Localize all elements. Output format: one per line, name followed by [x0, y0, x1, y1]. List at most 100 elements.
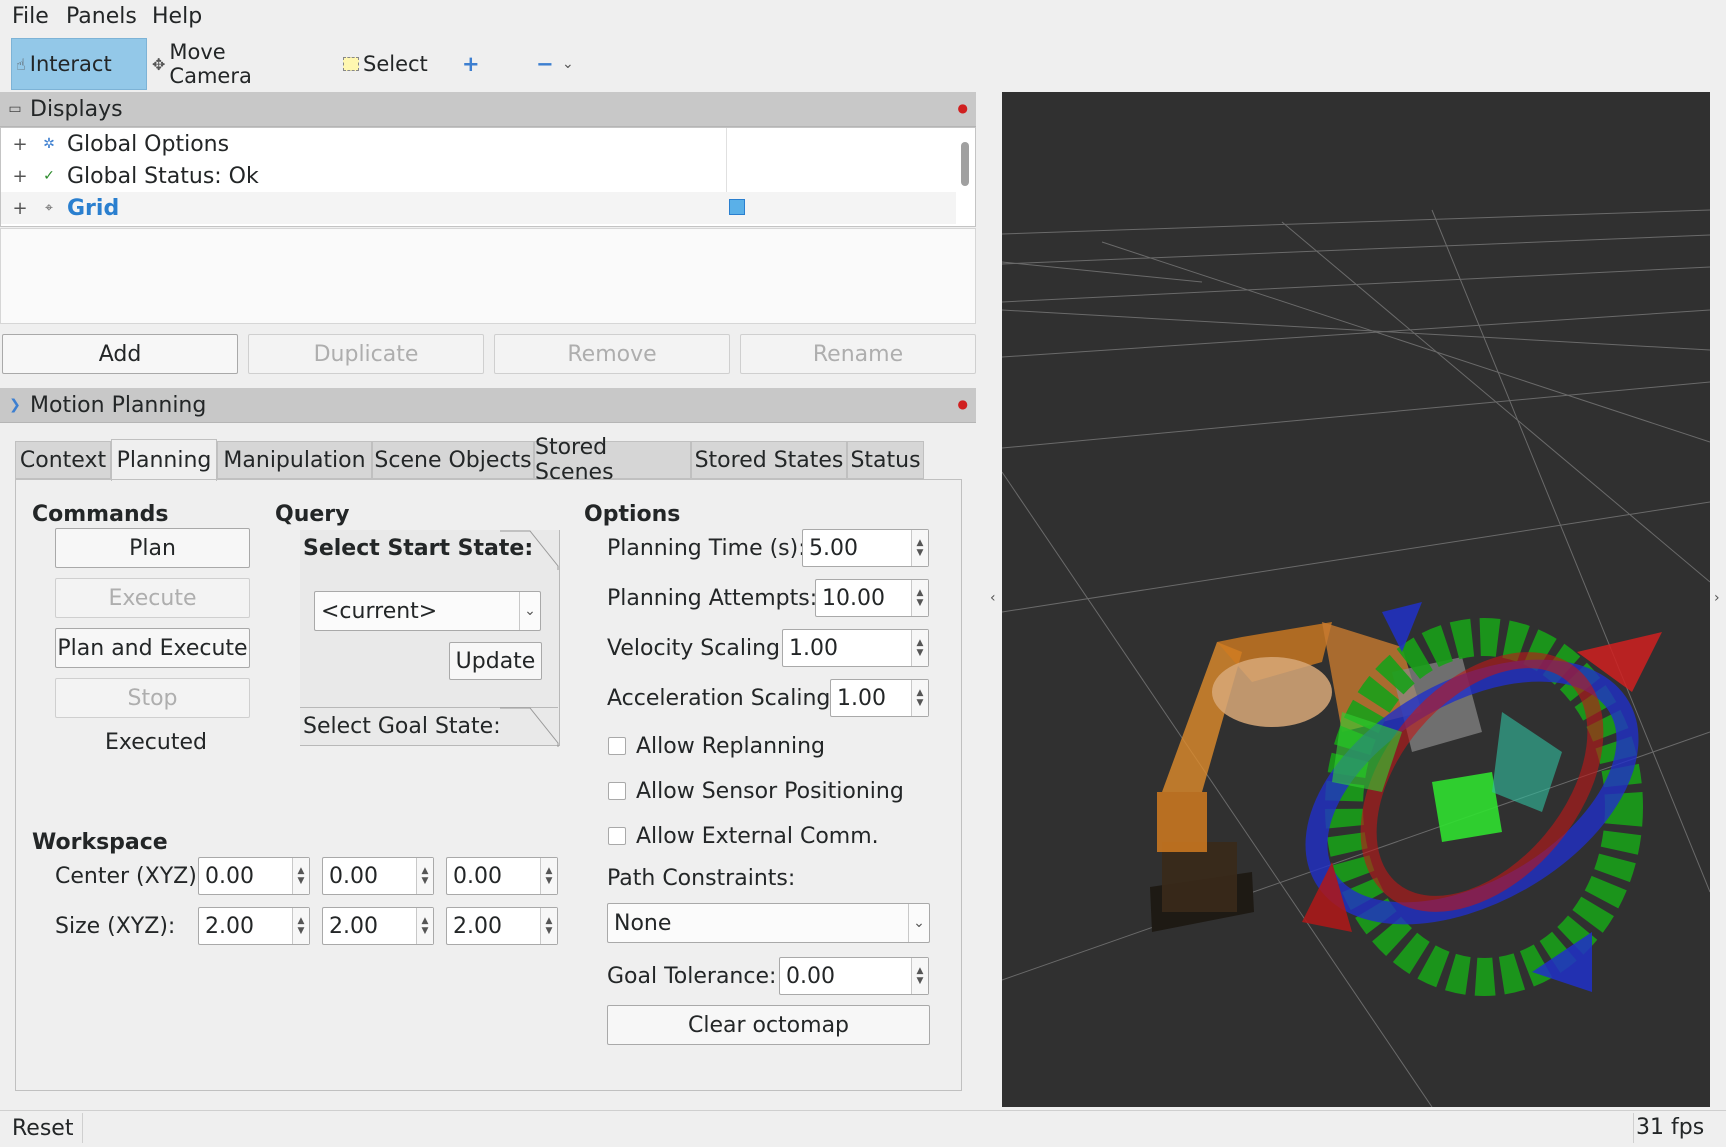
duplicate-display-button[interactable]: Duplicate — [248, 334, 484, 374]
spin-arrows-icon[interactable]: ▲ ▼ — [292, 908, 309, 944]
tab-planning[interactable]: Planning — [111, 439, 217, 481]
allow-sensor-positioning-label[interactable]: Allow Sensor Positioning — [636, 779, 904, 804]
tab-status[interactable]: Status — [847, 441, 924, 479]
execute-button[interactable]: Execute — [55, 578, 250, 618]
spin-arrows-icon[interactable]: ▲ ▼ — [540, 858, 557, 894]
tree-item-grid[interactable]: + ⌖ Grid — [1, 192, 956, 224]
add-display-button[interactable]: Add — [2, 334, 238, 374]
update-button[interactable]: Update — [449, 642, 542, 680]
tab-manipulation[interactable]: Manipulation — [217, 441, 372, 479]
plan-button[interactable]: Plan — [55, 528, 250, 568]
tree-item-global-options[interactable]: + ✲ Global Options — [1, 128, 229, 160]
menu-panels[interactable]: Panels — [66, 4, 137, 29]
allow-external-comm-label[interactable]: Allow External Comm. — [636, 824, 879, 849]
tab-stored-scenes[interactable]: Stored Scenes — [534, 435, 691, 485]
path-constraints-combo[interactable]: None ⌄ — [607, 903, 930, 943]
center-z-spinbox[interactable]: 0.00 ▲ ▼ — [446, 857, 558, 895]
menu-help[interactable]: Help — [152, 4, 202, 29]
displays-tree: + ✲ Global Options + ✓ Global Status: Ok… — [0, 127, 976, 227]
tab-context[interactable]: Context — [15, 441, 111, 479]
center-x-spinbox[interactable]: 0.00 ▲ ▼ — [198, 857, 310, 895]
reset-button[interactable]: Reset — [12, 1116, 73, 1141]
velocity-scaling-spinbox[interactable]: 1.00 ▲ ▼ — [782, 629, 929, 667]
spin-arrows-icon[interactable]: ▲ ▼ — [911, 958, 928, 994]
center-y-spinbox[interactable]: 0.00 ▲ ▼ — [322, 857, 434, 895]
acceleration-scaling-spinbox[interactable]: 1.00 ▲ ▼ — [830, 679, 929, 717]
clear-octomap-button[interactable]: Clear octomap — [607, 1005, 930, 1045]
select-tool-button[interactable]: Select — [343, 38, 443, 90]
size-y-spinbox[interactable]: 2.00 ▲ ▼ — [322, 907, 434, 945]
more-tools-chevron-icon[interactable]: ⌄ — [562, 38, 576, 90]
allow-replanning-checkbox[interactable] — [608, 737, 626, 755]
rename-display-button[interactable]: Rename — [740, 334, 976, 374]
start-state-combo[interactable]: <current> ⌄ — [314, 591, 541, 631]
spin-arrows-icon[interactable]: ▲ ▼ — [292, 858, 309, 894]
size-z-value: 2.00 — [453, 913, 502, 939]
allow-replanning-label[interactable]: Allow Replanning — [636, 734, 825, 759]
planning-time-spinbox[interactable]: 5.00 ▲ ▼ — [802, 529, 929, 567]
remove-tool-button[interactable]: − — [536, 38, 554, 90]
goal-tolerance-spinbox[interactable]: 0.00 ▲ ▼ — [779, 957, 929, 995]
menu-file[interactable]: File — [12, 4, 49, 29]
spin-arrows-icon[interactable]: ▲ ▼ — [416, 858, 433, 894]
goal-tolerance-label: Goal Tolerance: — [607, 964, 777, 989]
path-constraints-value: None — [614, 910, 672, 936]
displays-title: Displays — [30, 96, 123, 122]
allow-sensor-positioning-checkbox[interactable] — [608, 782, 626, 800]
spin-arrows-icon[interactable]: ▲ ▼ — [540, 908, 557, 944]
collapse-left-icon[interactable]: ‹ — [990, 590, 996, 606]
hand-icon: ☝ — [16, 54, 26, 74]
motion-planning-title: Motion Planning — [30, 392, 207, 418]
status-message-area — [82, 1113, 1634, 1143]
menu-bar: File Panels Help — [0, 0, 1726, 36]
toolbox-tab-corner — [500, 707, 559, 747]
remove-display-button[interactable]: Remove — [494, 334, 730, 374]
chevron-down-icon: ⌄ — [519, 592, 540, 630]
status-bar: Reset 31 fps — [0, 1110, 1726, 1147]
planning-time-value: 5.00 — [809, 535, 858, 561]
size-x-value: 2.00 — [205, 913, 254, 939]
add-tool-button[interactable]: + — [462, 38, 482, 90]
expand-icon[interactable]: + — [1, 134, 39, 155]
tree-item-label: Global Status: Ok — [67, 163, 259, 189]
tab-stored-states[interactable]: Stored States — [691, 441, 847, 479]
close-displays-icon[interactable]: ● — [958, 101, 968, 115]
tab-scene-objects[interactable]: Scene Objects — [372, 441, 534, 479]
close-motion-planning-icon[interactable]: ● — [958, 397, 968, 411]
collapse-right-icon[interactable]: › — [1714, 590, 1720, 606]
size-x-spinbox[interactable]: 2.00 ▲ ▼ — [198, 907, 310, 945]
gear-icon: ✲ — [43, 136, 55, 152]
3d-viewport[interactable] — [1002, 92, 1710, 1107]
move-camera-tool-button[interactable]: ✥ Move Camera — [152, 38, 312, 90]
expand-icon[interactable]: + — [1, 166, 39, 187]
tree-scrollbar[interactable] — [961, 142, 969, 186]
grid-enabled-checkbox[interactable] — [729, 199, 745, 215]
select-start-state-label[interactable]: Select Start State: — [303, 536, 533, 561]
tree-item-label: Global Options — [67, 131, 230, 157]
tree-item-global-status[interactable]: + ✓ Global Status: Ok — [1, 160, 259, 192]
spin-arrows-icon[interactable]: ▲ ▼ — [416, 908, 433, 944]
options-title: Options — [584, 502, 681, 527]
interact-tool-button[interactable]: ☝ Interact — [11, 38, 147, 90]
move-camera-label: Move Camera — [169, 40, 252, 88]
spin-arrows-icon[interactable]: ▲ ▼ — [911, 630, 928, 666]
expand-icon[interactable]: + — [1, 198, 39, 219]
planning-attempts-spinbox[interactable]: 10.00 ▲ ▼ — [815, 579, 929, 617]
spin-arrows-icon[interactable]: ▲ ▼ — [911, 580, 928, 616]
size-z-spinbox[interactable]: 2.00 ▲ ▼ — [446, 907, 558, 945]
allow-external-comm-checkbox[interactable] — [608, 827, 626, 845]
stop-button[interactable]: Stop — [55, 678, 250, 718]
planning-attempts-value: 10.00 — [822, 585, 885, 611]
center-label: Center (XYZ): — [55, 864, 205, 889]
spin-arrows-icon[interactable]: ▲ ▼ — [911, 530, 928, 566]
center-z-value: 0.00 — [453, 863, 502, 889]
center-x-value: 0.00 — [205, 863, 254, 889]
acceleration-scaling-value: 1.00 — [837, 685, 886, 711]
size-label: Size (XYZ): — [55, 914, 176, 939]
planning-time-label: Planning Time (s): — [607, 536, 806, 561]
select-goal-state-label[interactable]: Select Goal State: — [303, 714, 501, 739]
plan-and-execute-button[interactable]: Plan and Execute — [55, 628, 250, 668]
spin-arrows-icon[interactable]: ▲ ▼ — [911, 680, 928, 716]
fps-counter: 31 fps — [1636, 1115, 1705, 1140]
size-y-value: 2.00 — [329, 913, 378, 939]
